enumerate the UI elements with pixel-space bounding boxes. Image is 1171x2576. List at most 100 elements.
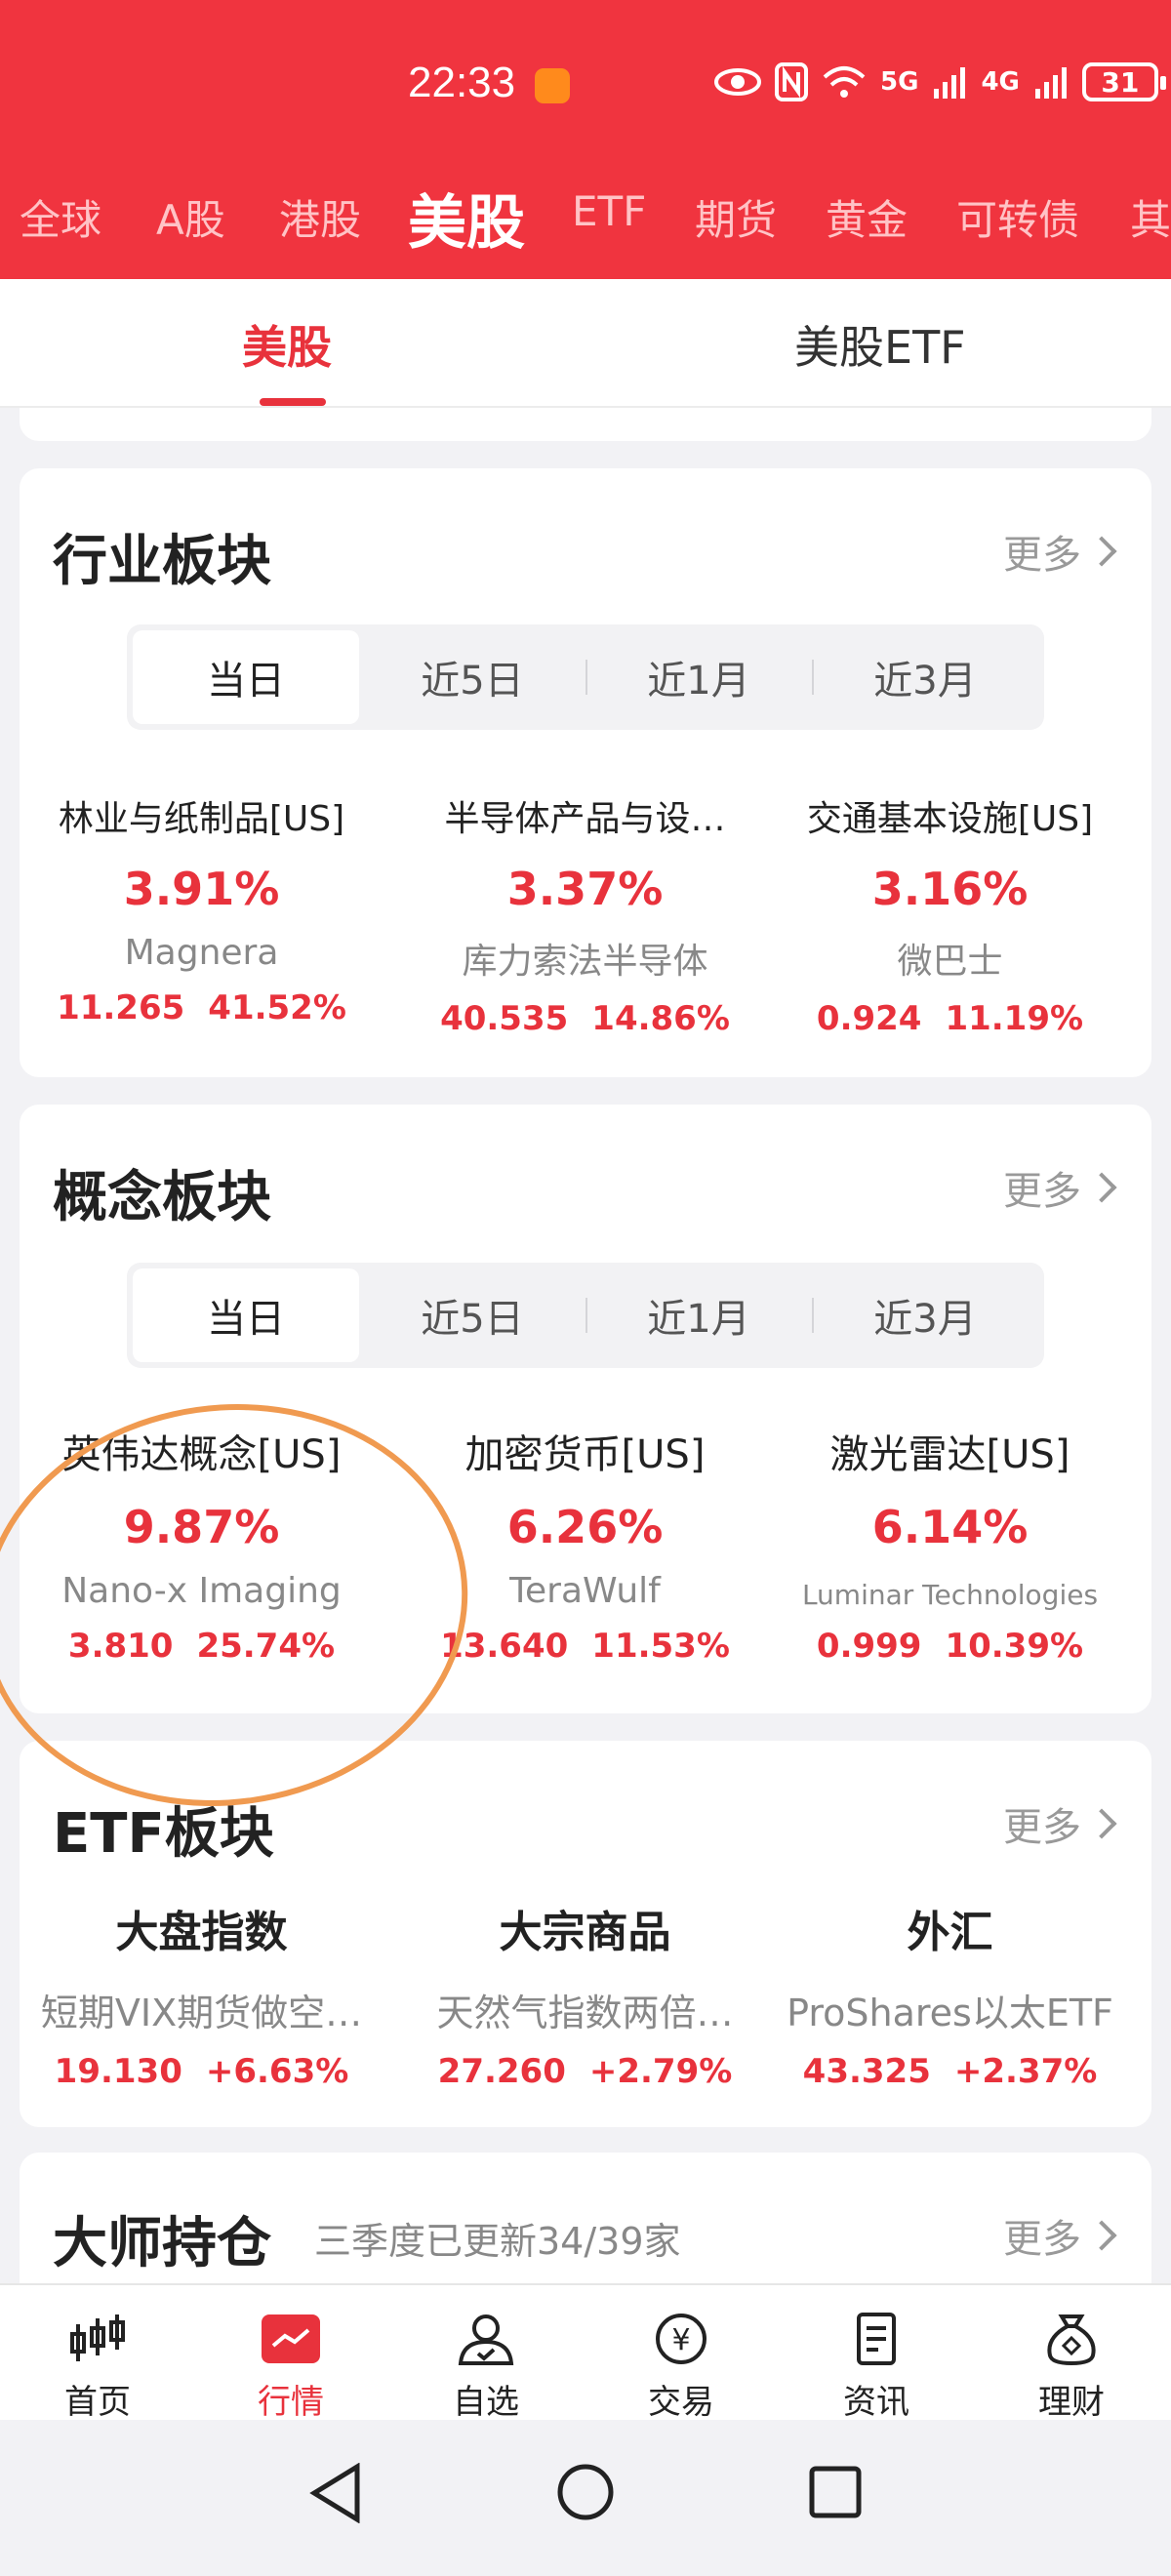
bottom-navigation: 首页 行情 自选 ¥ 交易 资讯 理财 bbox=[0, 2283, 1171, 2423]
recents-icon[interactable] bbox=[808, 2465, 863, 2519]
app-notification-icon bbox=[535, 68, 570, 103]
leader-stock: Nano-x Imaging bbox=[61, 1571, 342, 1611]
document-icon bbox=[857, 2313, 896, 2365]
previous-card-edge bbox=[20, 408, 1151, 441]
back-icon[interactable] bbox=[308, 2463, 363, 2523]
industry-period-selector: 当日 近5日 近1月 近3月 bbox=[127, 624, 1044, 730]
leader-quote: 3.810 25.74% bbox=[20, 1627, 384, 1666]
sector-change: 3.37% bbox=[506, 863, 664, 915]
tab-more[interactable]: 其 bbox=[1130, 187, 1171, 247]
network-5g-label: 5G bbox=[880, 67, 919, 97]
tab-hk[interactable]: 港股 bbox=[279, 187, 361, 247]
etf-fund-name: 短期VIX期货做空… bbox=[40, 1992, 363, 2034]
nav-trade[interactable]: ¥ 交易 bbox=[623, 2313, 740, 2423]
nfc-icon bbox=[775, 62, 808, 101]
tab-futures[interactable]: 期货 bbox=[695, 187, 777, 247]
leader-stock: 微巴士 bbox=[897, 942, 1003, 982]
sector-name: 林业与纸制品[US] bbox=[58, 799, 345, 839]
nav-watchlist[interactable]: 自选 bbox=[427, 2313, 545, 2423]
person-check-icon bbox=[458, 2314, 514, 2365]
tab-etf[interactable]: ETF bbox=[572, 187, 646, 235]
period-1m[interactable]: 近1月 bbox=[586, 630, 812, 724]
home-icon[interactable] bbox=[556, 2463, 615, 2521]
nav-market[interactable]: 行情 bbox=[232, 2313, 349, 2423]
leader-change: 41.52% bbox=[208, 988, 346, 1027]
sector-item[interactable]: 加密货币[US] 6.26% TeraWulf 13.640 11.53% bbox=[403, 1423, 767, 1666]
sector-item[interactable]: 英伟达概念[US] 9.87% Nano-x Imaging 3.810 25.7… bbox=[20, 1423, 384, 1666]
tab-us-stocks[interactable]: 美股 bbox=[242, 312, 332, 377]
nav-label: 首页 bbox=[64, 2383, 131, 2422]
leader-stock: TeraWulf bbox=[509, 1571, 661, 1611]
leader-change: 10.39% bbox=[945, 1627, 1084, 1666]
industry-title: 行业板块 bbox=[53, 530, 271, 593]
concept-period-selector: 当日 近5日 近1月 近3月 bbox=[127, 1263, 1044, 1368]
chevron-right-icon bbox=[1086, 2220, 1117, 2251]
period-today[interactable]: 当日 bbox=[133, 1268, 359, 1362]
sector-item[interactable]: 林业与纸制品[US] 3.91% Magnera 11.265 41.52% bbox=[20, 790, 384, 1027]
sector-change: 6.26% bbox=[506, 1501, 664, 1553]
etf-item[interactable]: 大宗商品 天然气指数两倍… 27.260 +2.79% bbox=[403, 1897, 767, 2091]
svg-text:¥: ¥ bbox=[671, 2323, 690, 2357]
period-1m[interactable]: 近1月 bbox=[586, 1268, 812, 1362]
leader-quote: 13.640 11.53% bbox=[403, 1627, 767, 1666]
etf-more-link[interactable]: 更多 bbox=[1003, 1795, 1117, 1852]
signal-icon-2 bbox=[1034, 67, 1067, 99]
more-label: 更多 bbox=[1003, 533, 1081, 578]
eye-icon bbox=[714, 68, 761, 96]
tab-convertible[interactable]: 可转债 bbox=[956, 187, 1079, 247]
industry-more-link[interactable]: 更多 bbox=[1003, 523, 1117, 580]
sector-item[interactable]: 激光雷达[US] 6.14% Luminar Technologies 0.99… bbox=[768, 1423, 1132, 1666]
leader-price: 13.640 bbox=[440, 1627, 569, 1666]
period-5d[interactable]: 近5日 bbox=[359, 1268, 586, 1362]
etf-quote: 19.130 +6.63% bbox=[20, 2052, 384, 2091]
sector-name: 激光雷达[US] bbox=[829, 1432, 1070, 1477]
concept-more-link[interactable]: 更多 bbox=[1003, 1159, 1117, 1216]
master-holdings-card: 大师持仓 三季度已更新34/39家 更多 bbox=[20, 2153, 1151, 2283]
sector-item[interactable]: 交通基本设施[US] 3.16% 微巴士 0.924 11.19% bbox=[768, 790, 1132, 1038]
nav-label: 资讯 bbox=[843, 2383, 909, 2422]
leader-change: 14.86% bbox=[591, 999, 730, 1038]
more-label: 更多 bbox=[1003, 1169, 1081, 1214]
leader-change: 11.19% bbox=[945, 999, 1084, 1038]
etf-item[interactable]: 外汇 ProShares以太ETF 43.325 +2.37% bbox=[768, 1897, 1132, 2091]
app-header: 22:33 5G 4G 31 全球 A股 港股 美股 ETF 期货 黄金 可转债… bbox=[0, 0, 1171, 279]
nav-home[interactable]: 首页 bbox=[39, 2313, 156, 2423]
sector-name: 交通基本设施[US] bbox=[806, 799, 1094, 839]
leader-quote: 11.265 41.52% bbox=[20, 988, 384, 1027]
sub-tab-bar: 美股 美股ETF bbox=[0, 279, 1171, 408]
concept-sector-card: 概念板块 更多 当日 近5日 近1月 近3月 英伟达概念[US] 9.87% N… bbox=[20, 1105, 1151, 1713]
leader-quote: 40.535 14.86% bbox=[403, 999, 767, 1038]
network-4g-label: 4G bbox=[981, 67, 1020, 97]
status-bar: 22:33 5G 4G 31 bbox=[0, 0, 1171, 166]
tab-gold[interactable]: 黄金 bbox=[826, 187, 908, 247]
industry-sector-card: 行业板块 更多 当日 近5日 近1月 近3月 林业与纸制品[US] 3.91% … bbox=[20, 468, 1151, 1077]
sector-name: 半导体产品与设… bbox=[444, 799, 726, 839]
leader-price: 0.924 bbox=[816, 999, 922, 1038]
etf-category: 大宗商品 bbox=[499, 1908, 671, 1957]
leader-stock: Magnera bbox=[124, 933, 279, 973]
concept-title: 概念板块 bbox=[53, 1166, 271, 1229]
tab-a-share[interactable]: A股 bbox=[156, 187, 225, 247]
leader-stock: 库力索法半导体 bbox=[462, 942, 708, 982]
nav-news[interactable]: 资讯 bbox=[818, 2313, 935, 2423]
master-more-link[interactable]: 更多 bbox=[1003, 2207, 1117, 2264]
tab-us-etf[interactable]: 美股ETF bbox=[794, 312, 966, 377]
master-subtitle: 三季度已更新34/39家 bbox=[314, 2220, 681, 2263]
period-today[interactable]: 当日 bbox=[133, 630, 359, 724]
market-chart-icon bbox=[262, 2314, 320, 2363]
sector-item[interactable]: 半导体产品与设… 3.37% 库力索法半导体 40.535 14.86% bbox=[403, 790, 767, 1038]
tab-global[interactable]: 全球 bbox=[20, 187, 101, 247]
period-3m[interactable]: 近3月 bbox=[812, 1268, 1038, 1362]
chevron-right-icon bbox=[1086, 1808, 1117, 1839]
active-tab-indicator bbox=[260, 398, 326, 406]
period-5d[interactable]: 近5日 bbox=[359, 630, 586, 724]
etf-item[interactable]: 大盘指数 短期VIX期货做空… 19.130 +6.63% bbox=[20, 1897, 384, 2091]
leader-price: 40.535 bbox=[440, 999, 569, 1038]
tab-us[interactable]: 美股 bbox=[408, 176, 525, 254]
nav-wealth[interactable]: 理财 bbox=[1013, 2313, 1130, 2423]
period-3m[interactable]: 近3月 bbox=[812, 630, 1038, 724]
market-tab-bar: 全球 A股 港股 美股 ETF 期货 黄金 可转债 其 bbox=[0, 176, 1171, 254]
battery-icon: 31 bbox=[1081, 62, 1166, 101]
chevron-right-icon bbox=[1086, 1172, 1117, 1203]
nav-label: 理财 bbox=[1038, 2383, 1105, 2422]
